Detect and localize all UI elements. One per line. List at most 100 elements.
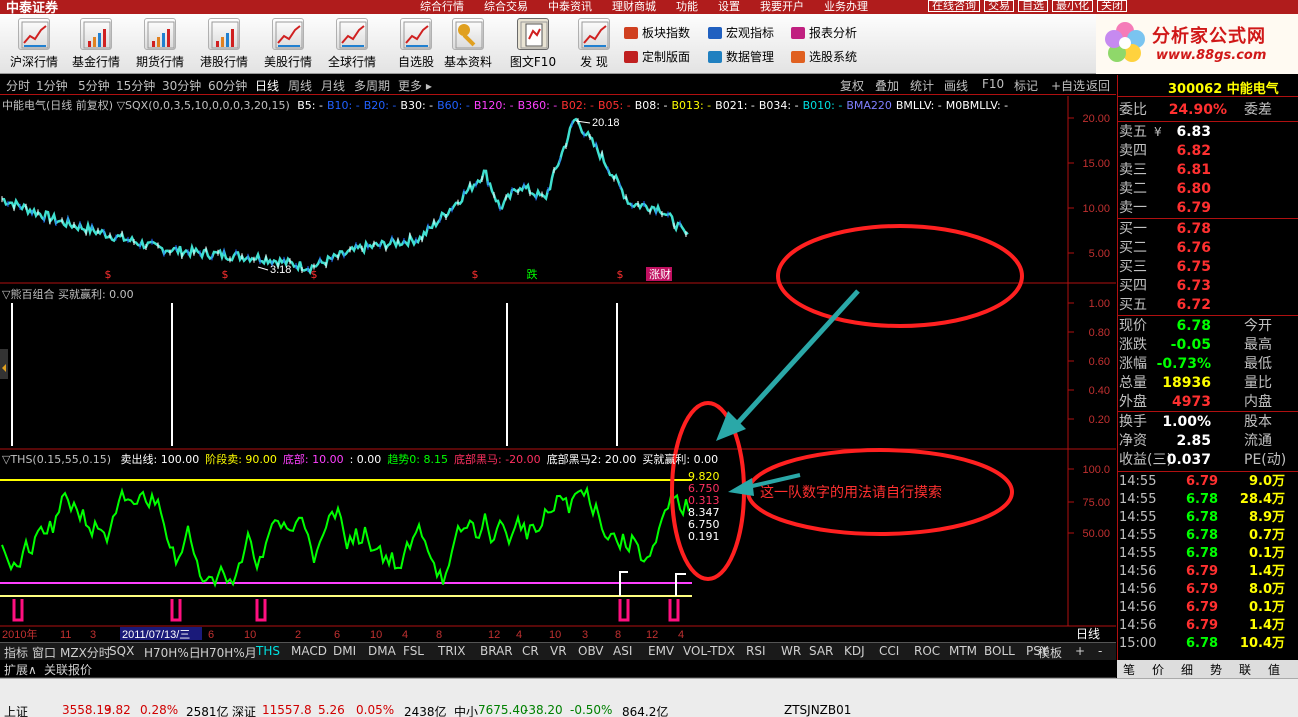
toolbar-link[interactable]: 报表分析 (789, 24, 857, 42)
toolbar-link[interactable]: 数据管理 (706, 48, 774, 66)
top-menu-item[interactable]: 功能 (676, 0, 698, 14)
indicator-tab[interactable]: WR (781, 644, 801, 658)
chart-action-button[interactable]: +自选 (1051, 77, 1085, 94)
pane3-legend-item: 底部黑马2: 20.00 (546, 453, 637, 466)
quote-row-value: 6.81 (1176, 162, 1211, 178)
top-menu: 中泰证券 综合行情 综合交易 中泰资讯 理财商城 功能 设置 我要开户 业务办理 在线咨询 交易… (0, 0, 1298, 14)
pane3-value-column: 9.820 6.750 0.313 8.347 6.750 0.191 (688, 471, 720, 543)
chart-action-button[interactable]: 标记 (1014, 77, 1038, 94)
x-tick-label: 10 (370, 629, 382, 641)
period-tab[interactable]: 60分钟 (208, 77, 247, 94)
quote-tab[interactable]: 值 (1268, 661, 1280, 678)
toolbar-button[interactable]: 基金行情 (70, 18, 122, 74)
chart-action-button[interactable]: 画线 (944, 77, 968, 94)
quote-row-value: 18936 (1162, 375, 1211, 391)
period-tab[interactable]: 更多 ▸ (398, 77, 432, 94)
toolbar-button-label: 基本资料 (443, 55, 492, 69)
window-control[interactable]: 关闭 (1097, 0, 1127, 12)
indicator-tab[interactable]: SQX (109, 644, 134, 658)
toolbar-button[interactable]: 全球行情 (326, 18, 378, 74)
indicator-tab[interactable]: RSI (746, 644, 766, 658)
indicator-tab[interactable]: H70H%日 (144, 644, 201, 661)
toolbar-link[interactable]: 板块指数 (622, 24, 690, 42)
indicator-tab[interactable]: 窗口 (32, 644, 56, 661)
indicator-tab[interactable]: SAR (809, 644, 833, 658)
window-control[interactable]: 交易 (984, 0, 1014, 12)
toolbar-button[interactable]: 图文F10 (507, 18, 559, 74)
chart-action-button[interactable]: 叠加 (875, 77, 899, 94)
indicator-tab[interactable]: CCI (879, 644, 899, 658)
period-tab[interactable]: 15分钟 (116, 77, 155, 94)
indicator-tab[interactable]: CR (522, 644, 539, 658)
period-tab[interactable]: 1分钟 (36, 77, 68, 94)
window-control[interactable]: 在线咨询 (928, 0, 980, 12)
top-menu-item[interactable]: 设置 (718, 0, 740, 14)
toolbar-link[interactable]: 定制版面 (622, 48, 690, 66)
indicator-tab[interactable]: VOL-TDX (683, 644, 735, 658)
toolbar-link[interactable]: 宏观指标 (706, 24, 774, 42)
chart-area[interactable]: 20.00 15.00 10.00 5.00 1.00 0.80 0.60 0.40 0.20 1… (0, 96, 1116, 642)
toolbar-button[interactable]: 美股行情 (262, 18, 314, 74)
indicator-tab[interactable]: EMV (648, 644, 674, 658)
indicator-tab[interactable]: KDJ (844, 644, 865, 658)
indicator-tab[interactable]: OBV (578, 644, 604, 658)
extension-tab[interactable]: 关联报价 (44, 661, 92, 678)
toolbar-button[interactable]: 港股行情 (198, 18, 250, 74)
indicator-tab[interactable]: FSL (403, 644, 424, 658)
quote-tab[interactable]: 势 (1210, 661, 1222, 678)
annotation-ellipse (776, 224, 1024, 328)
indicator-tab[interactable]: ASI (613, 644, 632, 658)
extension-tab[interactable]: 扩展∧ (4, 661, 37, 678)
toolbar-button[interactable]: 基本资料 (442, 18, 494, 74)
kline-chart[interactable]: 20.00 15.00 10.00 5.00 1.00 0.80 0.60 0.40 0.20 1… (0, 96, 1116, 642)
indicator-tab[interactable]: H70H%月 (200, 644, 257, 661)
indicator-tab[interactable]: MACD (291, 644, 327, 658)
window-control[interactable]: 最小化 (1052, 0, 1093, 12)
chart-action-button[interactable]: 返回 (1086, 77, 1110, 94)
quote-tab[interactable]: 联 (1239, 661, 1251, 678)
chart-action-button[interactable]: 统计 (910, 77, 934, 94)
tick-price: 6.79 (1186, 564, 1219, 579)
toolbar-link[interactable]: 选股系统 (789, 48, 857, 66)
indicator-tab[interactable]: 指标 (4, 644, 28, 661)
indicator-tab[interactable]: TRIX (438, 644, 465, 658)
top-menu-item[interactable]: 业务办理 (824, 0, 868, 14)
indicator-tab[interactable]: THS (256, 644, 280, 658)
period-tab[interactable]: 日线 (255, 77, 279, 94)
quote-row: 买五 6.72 (1118, 296, 1298, 315)
indicator-tab[interactable]: VR (550, 644, 567, 658)
period-tab[interactable]: 30分钟 (162, 77, 201, 94)
top-menu-item[interactable]: 我要开户 (760, 0, 804, 14)
chart-action-button[interactable]: F10 (982, 77, 1004, 91)
indicator-tab[interactable]: BRAR (480, 644, 513, 658)
period-tab[interactable]: 周线 (288, 77, 312, 94)
line-chart-icon (18, 18, 50, 50)
top-menu-item[interactable]: 综合交易 (484, 0, 528, 14)
tick-row: 14:56 6.79 1.4万 (1118, 617, 1298, 635)
toolbar-button[interactable]: 期货行情 (134, 18, 186, 74)
quote-tab[interactable]: 细 (1181, 661, 1193, 678)
top-menu-item[interactable]: 中泰资讯 (548, 0, 592, 14)
indicator-tab[interactable]: ROC (914, 644, 940, 658)
indicator-tab[interactable]: BOLL (984, 644, 1015, 658)
top-menu-item[interactable]: 综合行情 (420, 0, 464, 14)
tab-bar-control[interactable]: - (1098, 644, 1102, 658)
period-tab[interactable]: 分时 (6, 77, 30, 94)
quote-tab[interactable]: 价 (1152, 661, 1164, 678)
period-tab[interactable]: 5分钟 (78, 77, 110, 94)
indicator-tab[interactable]: MTM (949, 644, 977, 658)
toolbar-button[interactable]: 发 现 (568, 18, 620, 74)
quote-tab[interactable]: 笔 (1123, 661, 1135, 678)
toolbar-button[interactable]: 自选股 (390, 18, 442, 74)
period-tab[interactable]: 月线 (321, 77, 345, 94)
period-tab[interactable]: 多周期 (354, 77, 390, 94)
indicator-tab[interactable]: MZX分时 (60, 644, 111, 661)
tab-bar-control[interactable]: 模板 (1038, 644, 1062, 661)
indicator-tab[interactable]: DMI (333, 644, 356, 658)
window-control[interactable]: 自选 (1018, 0, 1048, 12)
chart-action-button[interactable]: 复权 (840, 77, 864, 94)
top-menu-item[interactable]: 理财商城 (612, 0, 656, 14)
indicator-tab[interactable]: DMA (368, 644, 396, 658)
toolbar-button[interactable]: 沪深行情 (8, 18, 60, 74)
tab-bar-control[interactable]: + (1075, 644, 1085, 658)
